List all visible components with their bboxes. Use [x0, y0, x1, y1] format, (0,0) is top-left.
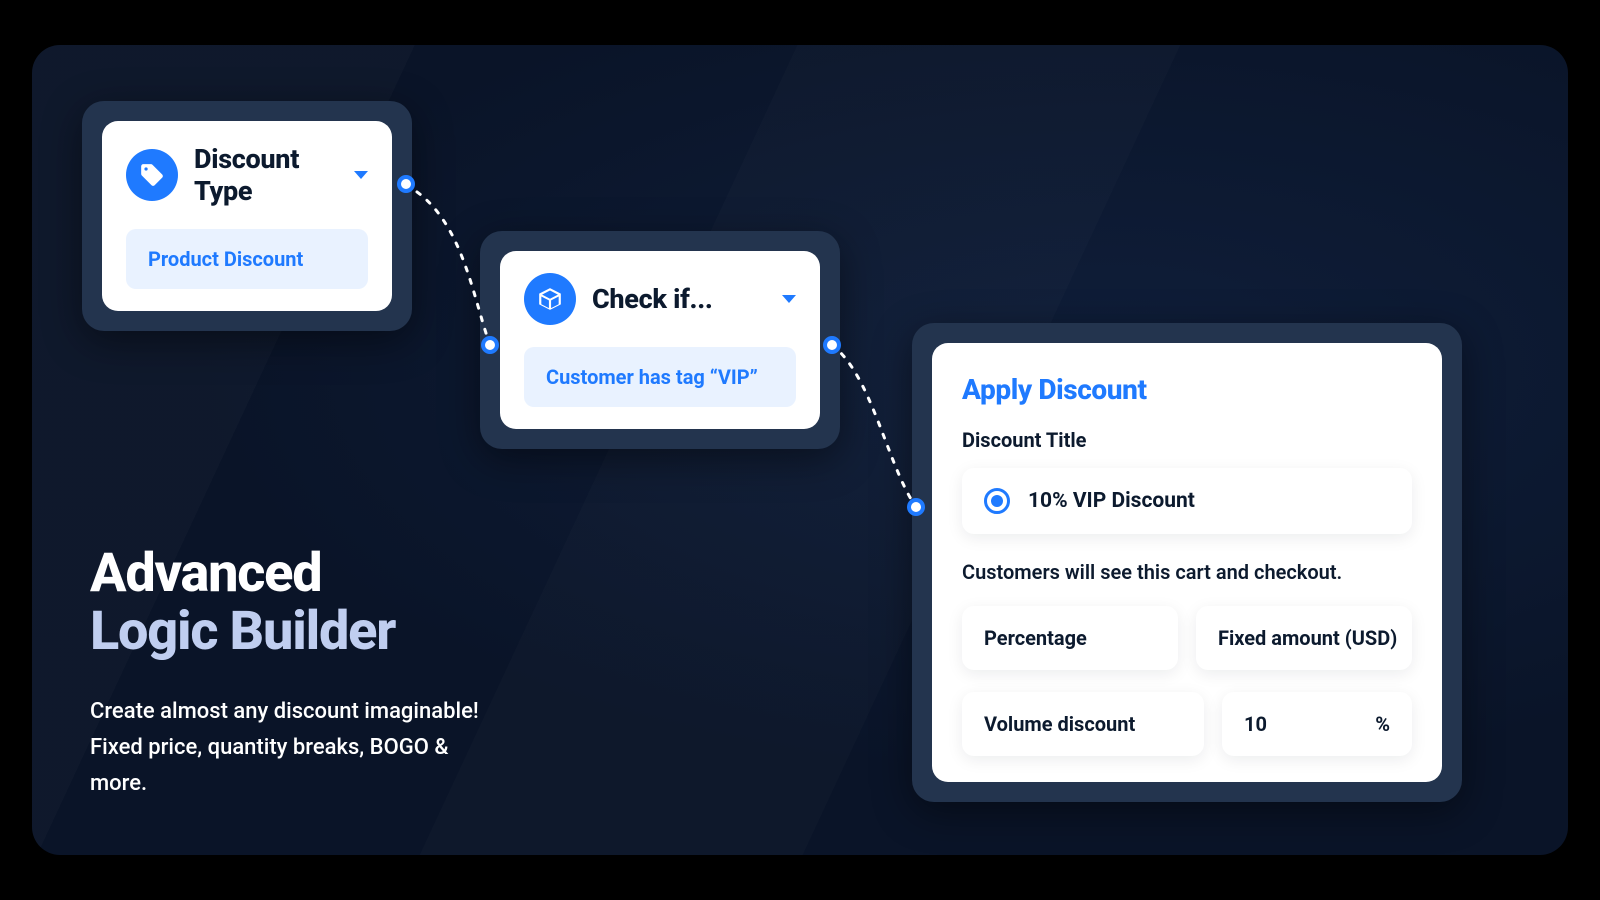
headline-title: Advanced Logic Builder: [90, 545, 490, 662]
selected-value-pill[interactable]: Customer has tag “VIP”: [524, 347, 796, 407]
node-card: Apply Discount Discount Title 10% VIP Di…: [932, 343, 1442, 782]
fixed-amount-button[interactable]: Fixed amount (USD): [1196, 606, 1412, 670]
node-title: Discount Type: [194, 143, 330, 207]
node-card: Check if... Customer has tag “VIP”: [500, 251, 820, 429]
chevron-down-icon: [354, 171, 368, 179]
connector-dot[interactable]: [481, 336, 499, 354]
discount-title-value: 10% VIP Discount: [1028, 489, 1195, 513]
headline-line2: Logic Builder: [90, 603, 490, 661]
radio-selected-icon: [984, 488, 1010, 514]
connector-dot[interactable]: [823, 336, 841, 354]
node-apply-discount[interactable]: Apply Discount Discount Title 10% VIP Di…: [912, 323, 1462, 802]
volume-discount-button[interactable]: Volume discount: [962, 692, 1204, 756]
headline-line1: Advanced: [90, 545, 490, 603]
node-header[interactable]: Check if...: [524, 273, 796, 325]
discount-value-suffix: %: [1375, 712, 1390, 736]
node-card: Discount Type Product Discount: [102, 121, 392, 311]
chevron-down-icon: [782, 295, 796, 303]
canvas: Discount Type Product Discount Check if.…: [32, 45, 1568, 855]
helper-text: Customers will see this cart and checkou…: [962, 560, 1412, 584]
discount-value: 10: [1244, 712, 1267, 736]
connector-dot[interactable]: [907, 498, 925, 516]
box-icon: [524, 273, 576, 325]
node-check-if[interactable]: Check if... Customer has tag “VIP”: [480, 231, 840, 449]
node-title: Check if...: [592, 283, 758, 315]
apply-discount-title: Apply Discount: [962, 373, 1412, 406]
node-header[interactable]: Discount Type: [126, 143, 368, 207]
connector-dot[interactable]: [397, 175, 415, 193]
node-discount-type[interactable]: Discount Type Product Discount: [82, 101, 412, 331]
percentage-button[interactable]: Percentage: [962, 606, 1178, 670]
discount-value-input[interactable]: 10 %: [1222, 692, 1412, 756]
tag-icon: [126, 149, 178, 201]
headline-block: Advanced Logic Builder Create almost any…: [90, 545, 490, 803]
headline-description: Create almost any discount imaginable! F…: [90, 694, 490, 803]
selected-value-pill[interactable]: Product Discount: [126, 229, 368, 289]
discount-title-label: Discount Title: [962, 428, 1412, 452]
discount-title-option[interactable]: 10% VIP Discount: [962, 468, 1412, 534]
